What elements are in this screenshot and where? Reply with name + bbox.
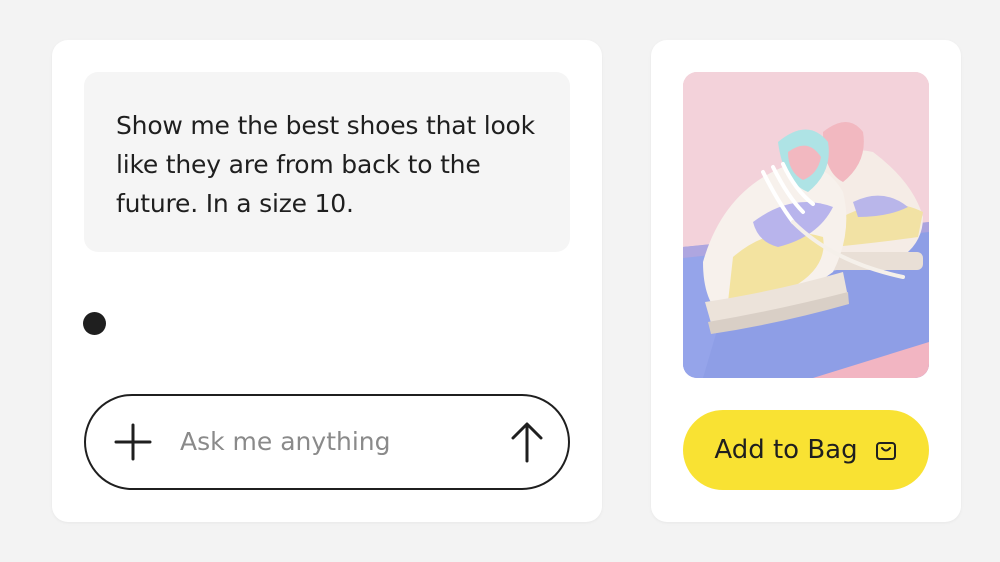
product-card: Add to Bag: [651, 40, 961, 522]
chat-panel: Show me the best shoes that look like th…: [52, 40, 602, 522]
plus-icon[interactable]: [114, 423, 152, 461]
user-message-text: Show me the best shoes that look like th…: [116, 111, 535, 218]
arrow-up-icon[interactable]: [508, 421, 546, 463]
shopping-bag-icon: [875, 442, 896, 460]
add-to-bag-label: Add to Bag: [714, 435, 858, 465]
chat-input-field[interactable]: Ask me anything: [84, 394, 570, 490]
chat-input-placeholder[interactable]: Ask me anything: [180, 425, 391, 459]
typing-indicator: [83, 312, 106, 335]
user-message-bubble: Show me the best shoes that look like th…: [84, 72, 570, 252]
sneaker-image: [683, 72, 929, 378]
add-to-bag-button[interactable]: Add to Bag: [683, 410, 929, 490]
product-image[interactable]: [683, 72, 929, 378]
